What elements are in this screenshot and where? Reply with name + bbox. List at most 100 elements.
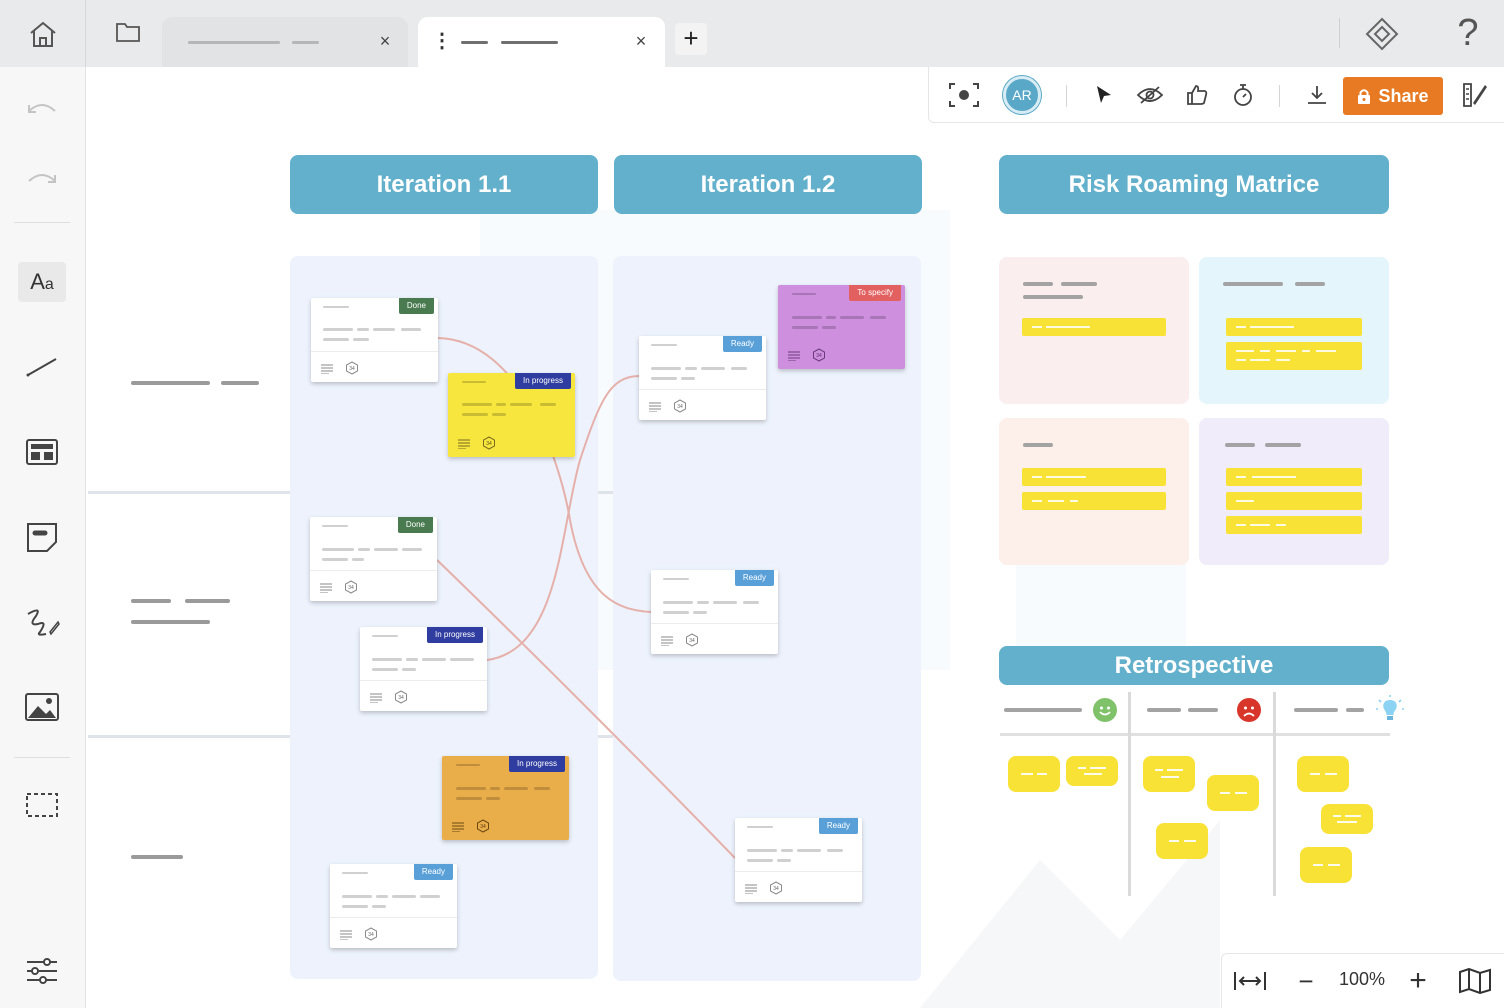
undo-button[interactable] <box>18 89 66 129</box>
settings-button[interactable] <box>18 951 66 991</box>
description-icon <box>745 884 757 894</box>
risk-item[interactable] <box>1226 492 1362 510</box>
task-card[interactable]: Ready 34 <box>330 864 457 948</box>
retro-sticky[interactable] <box>1156 823 1208 859</box>
share-label: Share <box>1378 85 1429 106</box>
svg-text:34: 34 <box>773 886 779 892</box>
background-shape <box>1016 560 1186 650</box>
iteration-1-header[interactable]: Iteration 1.1 <box>290 155 598 214</box>
risk-item[interactable] <box>1226 318 1362 336</box>
screen-capture-button[interactable] <box>946 77 982 113</box>
lane-label <box>131 599 171 603</box>
integration-button[interactable] <box>1362 14 1402 54</box>
settings-icon <box>27 958 57 984</box>
retro-header-divider <box>1000 733 1390 736</box>
task-card[interactable]: Done 34 <box>310 517 437 601</box>
retro-sticky[interactable] <box>1066 756 1118 786</box>
status-badge: Ready <box>413 864 453 880</box>
tab-board-1[interactable]: × <box>162 17 408 67</box>
kebab-icon[interactable]: ⋮ <box>432 29 452 53</box>
retro-sticky[interactable] <box>1143 756 1195 792</box>
zoom-out-icon[interactable]: − <box>1290 963 1322 999</box>
folder-button[interactable] <box>104 14 152 50</box>
line-tool[interactable] <box>18 347 66 387</box>
risk-item[interactable] <box>1022 492 1166 510</box>
task-card[interactable]: To specify 34 <box>778 285 905 369</box>
risk-quadrant[interactable] <box>1199 257 1389 404</box>
edit-mode-button[interactable] <box>1457 77 1493 113</box>
freehand-tool[interactable] <box>18 602 66 642</box>
retrospective-header[interactable]: Retrospective <box>999 646 1389 685</box>
export-button[interactable] <box>1299 77 1335 113</box>
task-card[interactable]: Ready 34 <box>639 336 766 420</box>
svg-text:34: 34 <box>486 441 492 447</box>
lane-label <box>221 381 259 385</box>
risk-quadrant[interactable] <box>999 418 1189 565</box>
visibility-button[interactable] <box>1132 77 1168 113</box>
story-points-icon: 34 <box>345 580 357 594</box>
avatar[interactable]: AR <box>1003 76 1041 114</box>
fit-width-button[interactable] <box>1231 963 1269 999</box>
close-icon[interactable]: × <box>631 31 651 51</box>
vote-button[interactable] <box>1179 77 1215 113</box>
frame-tool[interactable] <box>18 785 66 825</box>
tab-bar: × ⋮ × + ? <box>0 0 1504 67</box>
retro-sticky[interactable] <box>1297 756 1349 792</box>
minimap-button[interactable] <box>1456 963 1494 999</box>
description-icon <box>452 822 464 832</box>
select-tool-button[interactable] <box>1086 77 1122 113</box>
background-mountain <box>920 820 1220 1008</box>
retro-sticky[interactable] <box>1321 804 1373 834</box>
zoom-in-icon[interactable]: + <box>1402 963 1434 999</box>
risk-item[interactable] <box>1226 468 1362 486</box>
svg-text:34: 34 <box>677 404 683 410</box>
tab-title-placeholder <box>292 41 319 44</box>
home-button[interactable] <box>0 0 86 67</box>
task-card[interactable]: In progress 34 <box>360 627 487 711</box>
tab-board-2[interactable]: ⋮ × <box>418 17 665 67</box>
status-badge: Done <box>398 298 434 314</box>
retro-column-title <box>1346 708 1364 712</box>
lightbulb-icon <box>1376 695 1404 720</box>
share-button[interactable]: Share <box>1343 77 1443 115</box>
svg-text:34: 34 <box>816 353 822 359</box>
task-card[interactable]: In progress 34 <box>448 373 575 457</box>
sticky-note-tool[interactable] <box>18 517 66 557</box>
risk-item[interactable] <box>1022 318 1166 336</box>
redo-button[interactable] <box>18 159 66 199</box>
template-tool[interactable] <box>18 432 66 472</box>
retro-sticky[interactable] <box>1008 756 1060 792</box>
story-points-icon: 34 <box>813 348 825 362</box>
divider <box>14 757 70 758</box>
left-toolbar: Aa <box>0 67 86 1008</box>
image-tool[interactable] <box>18 687 66 727</box>
risk-matrix-header[interactable]: Risk Roaming Matrice <box>999 155 1389 214</box>
task-card[interactable]: Done 34 <box>311 298 438 382</box>
story-points-icon: 34 <box>686 633 698 647</box>
risk-quadrant[interactable] <box>999 257 1189 404</box>
retro-sticky[interactable] <box>1300 847 1352 883</box>
risk-quadrant[interactable] <box>1199 418 1389 565</box>
help-icon[interactable]: ? <box>1448 10 1488 56</box>
iteration-2-header[interactable]: Iteration 1.2 <box>614 155 922 214</box>
happy-face-icon <box>1093 698 1117 722</box>
new-tab-button[interactable]: + <box>675 23 707 55</box>
risk-item[interactable] <box>1226 516 1362 534</box>
screen-capture-icon <box>949 83 979 107</box>
zoom-level: 100% <box>1338 969 1386 989</box>
text-tool[interactable]: Aa <box>18 262 66 302</box>
retro-sticky[interactable] <box>1207 775 1259 811</box>
task-card[interactable]: Ready 34 <box>651 570 778 654</box>
description-icon <box>661 636 673 646</box>
divider <box>14 222 70 223</box>
description-icon <box>340 930 352 940</box>
pointer-icon <box>1097 86 1111 103</box>
task-card[interactable]: Ready 34 <box>735 818 862 902</box>
risk-item[interactable] <box>1022 468 1166 486</box>
description-icon <box>458 439 470 449</box>
close-icon[interactable]: × <box>375 31 395 51</box>
story-points-icon: 34 <box>674 399 686 413</box>
risk-item[interactable] <box>1226 342 1362 370</box>
timer-button[interactable] <box>1225 77 1261 113</box>
task-card[interactable]: In progress 34 <box>442 756 569 840</box>
